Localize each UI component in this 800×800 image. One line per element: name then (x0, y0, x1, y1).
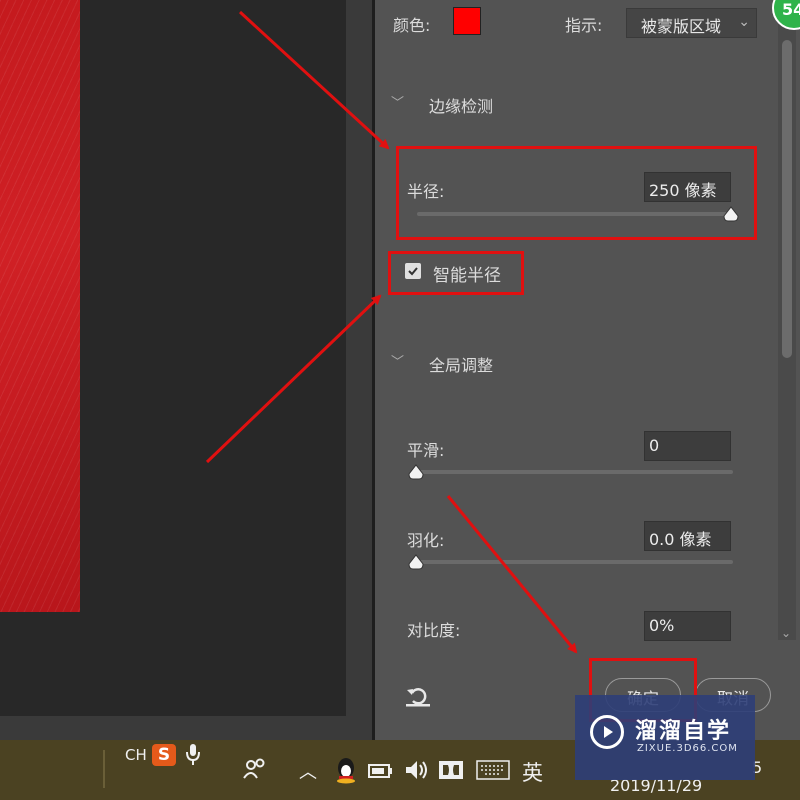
watermark-subtitle: ZIXUE.3D66.COM (637, 743, 738, 754)
taskbar-separator (103, 750, 105, 788)
sogou-ime-icon[interactable]: S (152, 744, 176, 766)
people-icon[interactable] (242, 756, 268, 786)
watermark-title: 溜溜自学 (635, 719, 732, 744)
arrow-to-radius (238, 10, 390, 150)
volume-icon[interactable] (402, 756, 430, 788)
arrow-to-ok-button (446, 495, 578, 654)
language-indicator[interactable]: CH (125, 746, 147, 764)
ime-mode-indicator[interactable]: 英 (522, 757, 543, 787)
keyboard-icon[interactable] (476, 760, 510, 784)
annotation-arrows (205, 10, 578, 654)
zixue-watermark: 溜溜自学 ZIXUE.3D66.COM (575, 695, 755, 780)
battery-icon[interactable] (367, 759, 395, 785)
dolby-icon[interactable] (438, 760, 464, 784)
arrow-to-smart-radius (205, 294, 382, 464)
chevron-up-icon[interactable]: ︿ (299, 758, 317, 784)
play-logo-icon (590, 715, 624, 749)
microphone-icon[interactable] (184, 742, 202, 772)
qq-icon[interactable] (333, 756, 359, 788)
